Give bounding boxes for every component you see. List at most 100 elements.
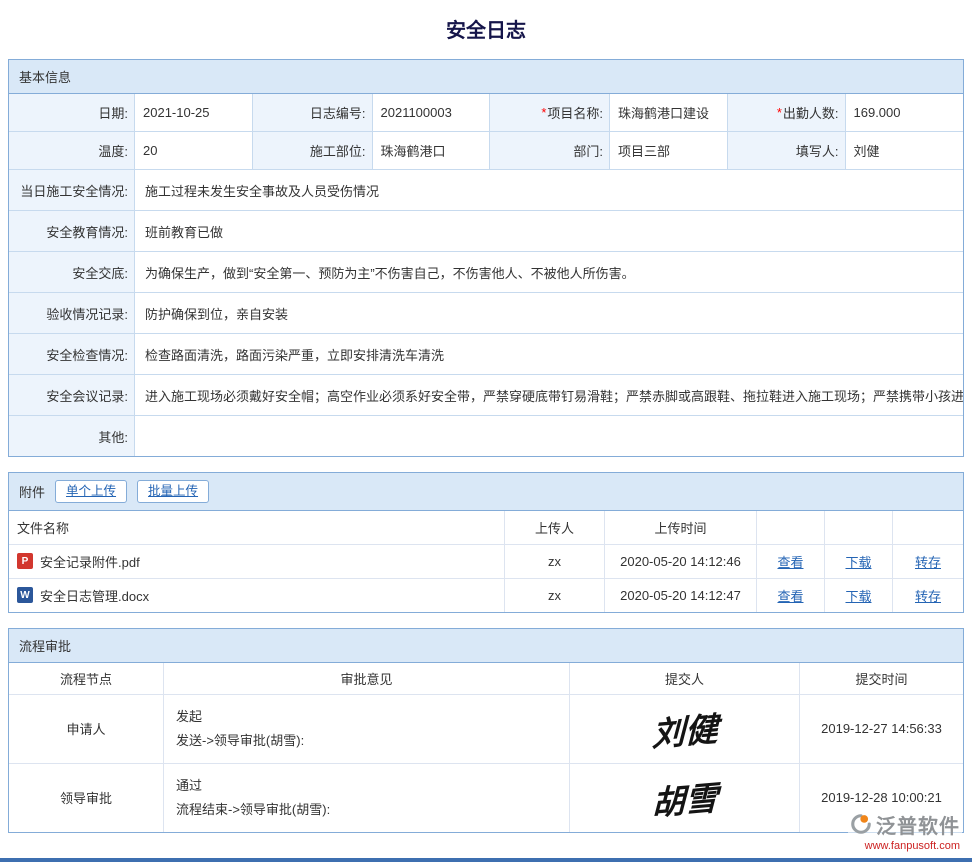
approval-opinion-line1: 通过 [176, 774, 330, 797]
save-as-link[interactable]: 转存 [915, 586, 941, 605]
download-link[interactable]: 下载 [845, 552, 871, 571]
page-title: 安全日志 [8, 6, 964, 59]
attachments-header: 附件 单个上传 批量上传 [9, 473, 963, 511]
field-value: 珠海鹤港口建设 [610, 94, 728, 132]
field-label-text: 日期: [98, 103, 128, 122]
file-row: P 安全记录附件.pdf zx 2020-05-20 14:12:46 查看 下… [9, 545, 963, 579]
node-column-header: 流程节点 [9, 663, 164, 694]
field-value: 检查路面清洗，路面污染严重，立即安排清洗车清洗 [135, 334, 963, 374]
field-label: 日期: [9, 94, 135, 132]
form-row: 其他: [9, 416, 963, 456]
download-link[interactable]: 下载 [845, 586, 871, 605]
view-link[interactable]: 查看 [777, 586, 803, 605]
basic-info-section: 基本信息 日期: 2021-10-25 日志编号: 2021100003 *项目… [8, 59, 964, 457]
field-label-text: 出勤人数: [783, 103, 839, 122]
field-label: 安全会议记录: [9, 375, 135, 415]
form-row: 验收情况记录: 防护确保到位，亲自安装 [9, 293, 963, 334]
field-label: 验收情况记录: [9, 293, 135, 333]
file-actions-cell: 查看 [757, 545, 825, 578]
field-value: 169.000 [846, 94, 964, 132]
bottom-edge-bar [0, 858, 972, 862]
field-value: 进入施工现场必须戴好安全帽；高空作业必须系好安全带，严禁穿硬底带钉易滑鞋；严禁赤… [135, 375, 963, 415]
field-label: 安全教育情况: [9, 211, 135, 251]
required-asterisk: * [777, 105, 782, 120]
field-label: 安全交底: [9, 252, 135, 292]
file-name: 安全记录附件.pdf [40, 552, 140, 571]
upload-time-column-header: 上传时间 [605, 511, 757, 544]
attachments-table-header-row: 文件名称 上传人 上传时间 [9, 511, 963, 545]
file-actions-cell: 下载 [825, 579, 893, 612]
approval-opinion-line1: 发起 [176, 705, 304, 728]
file-uploader: zx [505, 579, 605, 612]
field-label-text: 项目名称: [547, 103, 603, 122]
field-label-text: 施工部位: [310, 141, 366, 160]
field-value: 为确保生产，做到“安全第一、预防为主”不伤害自己，不伤害他人、不被他人所伤害。 [135, 252, 963, 292]
basic-info-header: 基本信息 [9, 60, 963, 94]
handwritten-signature: 刘健 [651, 701, 718, 755]
field-label: *出勤人数: [728, 94, 846, 132]
field-label-text: 日志编号: [310, 103, 366, 122]
approval-table: 流程节点 审批意见 提交人 提交时间 申请人 发起 发送->领导审批(胡雪): … [9, 663, 963, 832]
opinion-column-header: 审批意见 [164, 663, 570, 694]
field-value [135, 416, 963, 456]
approval-opinion-cell: 通过 流程结束->领导审批(胡雪): [164, 764, 570, 832]
file-upload-time: 2020-05-20 14:12:47 [605, 579, 757, 612]
field-label: 其他: [9, 416, 135, 456]
field-value: 20 [135, 132, 253, 170]
field-label-text: 部门: [573, 141, 603, 160]
file-actions-cell: 转存 [893, 579, 963, 612]
field-value: 施工过程未发生安全事故及人员受伤情况 [135, 170, 963, 210]
fanpu-brand-row: 泛普软件 [850, 810, 960, 839]
view-link[interactable]: 查看 [777, 552, 803, 571]
submit-time: 2019-12-27 14:56:33 [800, 695, 963, 763]
approval-title: 流程审批 [19, 636, 71, 655]
field-value: 项目三部 [610, 132, 728, 170]
file-name: 安全日志管理.docx [40, 586, 149, 605]
basic-info-full-rows: 当日施工安全情况: 施工过程未发生安全事故及人员受伤情况 安全教育情况: 班前教… [9, 170, 963, 456]
field-value: 班前教育已做 [135, 211, 963, 251]
batch-upload-button[interactable]: 批量上传 [137, 480, 209, 503]
file-actions-cell: 下载 [825, 545, 893, 578]
file-type-icon: P [17, 553, 33, 569]
file-name-column-header: 文件名称 [9, 511, 505, 544]
form-row: 安全检查情况: 检查路面清洗，路面污染严重，立即安排清洗车清洗 [9, 334, 963, 375]
save-as-link[interactable]: 转存 [915, 552, 941, 571]
single-upload-button[interactable]: 单个上传 [55, 480, 127, 503]
submitter-signature-cell: 刘健 [570, 695, 800, 763]
approval-opinion: 发起 发送->领导审批(胡雪): [176, 705, 304, 752]
file-actions-cell: 转存 [893, 545, 963, 578]
submit-time-column-header: 提交时间 [800, 663, 963, 694]
field-value: 2021100003 [373, 94, 491, 132]
action-column-header [893, 511, 963, 544]
approval-header: 流程审批 [9, 629, 963, 663]
attachments-title: 附件 [19, 482, 45, 501]
attachments-section: 附件 单个上传 批量上传 文件名称 上传人 上传时间 P 安全记录附件.pdf [8, 472, 964, 613]
file-type-icon: W [17, 587, 33, 603]
submitter-column-header: 提交人 [570, 663, 800, 694]
field-label: 日志编号: [253, 94, 373, 132]
fanpu-brand-name: 泛普软件 [876, 810, 960, 839]
fanpu-watermark: 泛普软件 www.fanpusoft.com [848, 808, 962, 852]
form-row: 安全教育情况: 班前教育已做 [9, 211, 963, 252]
form-row: 安全会议记录: 进入施工现场必须戴好安全帽；高空作业必须系好安全带，严禁穿硬底带… [9, 375, 963, 416]
uploader-column-header: 上传人 [505, 511, 605, 544]
approval-opinion-cell: 发起 发送->领导审批(胡雪): [164, 695, 570, 763]
approval-section: 流程审批 流程节点 审批意见 提交人 提交时间 申请人 发起 发送->领导审批(… [8, 628, 964, 833]
file-actions-cell: 查看 [757, 579, 825, 612]
action-column-header [757, 511, 825, 544]
basic-info-grid: 日期: 2021-10-25 日志编号: 2021100003 *项目名称: 珠… [9, 94, 963, 170]
approval-opinion: 通过 流程结束->领导审批(胡雪): [176, 774, 330, 821]
form-row: 当日施工安全情况: 施工过程未发生安全事故及人员受伤情况 [9, 170, 963, 211]
file-row: W 安全日志管理.docx zx 2020-05-20 14:12:47 查看 … [9, 579, 963, 612]
submitter-signature-cell: 胡雪 [570, 764, 800, 832]
required-asterisk: * [541, 105, 546, 120]
approval-row: 申请人 发起 发送->领导审批(胡雪): 刘健 2019-12-27 14:56… [9, 695, 963, 764]
field-value: 珠海鹤港口 [373, 132, 491, 170]
approval-table-header-row: 流程节点 审批意见 提交人 提交时间 [9, 663, 963, 695]
form-row: 安全交底: 为确保生产，做到“安全第一、预防为主”不伤害自己，不伤害他人、不被他… [9, 252, 963, 293]
field-value: 刘健 [846, 132, 964, 170]
field-value: 防护确保到位，亲自安装 [135, 293, 963, 333]
field-label-text: 填写人: [796, 141, 839, 160]
field-value: 2021-10-25 [135, 94, 253, 132]
action-column-header [825, 511, 893, 544]
